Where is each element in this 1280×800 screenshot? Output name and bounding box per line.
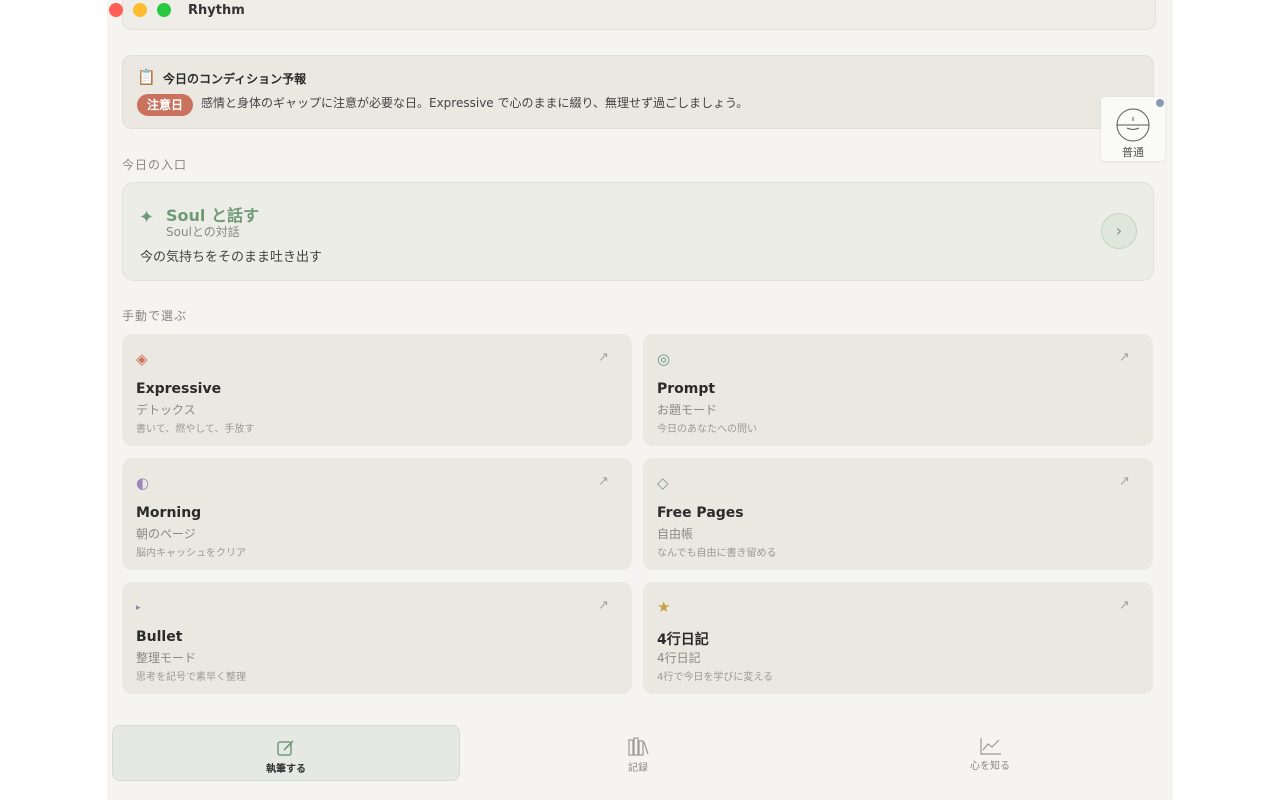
mode-card-name: Expressive <box>136 381 222 397</box>
tab-label: 執筆する <box>266 764 306 775</box>
mood-label: 普通 <box>1122 146 1144 159</box>
zoom-window-button[interactable] <box>157 3 171 17</box>
forecast-title: 今日のコンディション予報 <box>163 72 307 86</box>
mode-card-prompt[interactable]: ◎ ↗ Prompt お題モード 今日のあなたへの問い <box>643 334 1153 446</box>
arrow-up-right-icon: ↗ <box>598 598 609 613</box>
mode-card-subtitle: 4行日記 <box>657 651 701 665</box>
forecast-description: 感情と身体のギャップに注意が必要な日。Expressive で心のままに綴り、無… <box>201 96 749 110</box>
bottom-tab-bar: 執筆する 記録 心を知る <box>107 722 1173 782</box>
close-window-button[interactable] <box>109 3 123 17</box>
target-icon: ◎ <box>657 350 671 368</box>
tab-label: 心を知る <box>970 761 1010 772</box>
arrow-up-right-icon: ↗ <box>598 350 609 365</box>
arrow-up-right-icon: ↗ <box>1119 598 1130 613</box>
clipboard-icon: 📋 <box>137 68 156 86</box>
mode-card-name: 4行日記 <box>657 632 709 648</box>
mode-card-subtitle: デトックス <box>136 403 196 417</box>
soul-card-subtitle: Soulとの対話 <box>166 225 240 239</box>
soul-chat-card[interactable]: ✦ Soul と話す Soulとの対話 今の気持ちをそのまま吐き出す › <box>122 182 1154 281</box>
tab-write[interactable]: 執筆する <box>112 725 460 781</box>
mode-card-bullet[interactable]: ▸ ↗ Bullet 整理モード 思考を記号で素早く整理 <box>122 582 632 694</box>
manual-section-label: 手動で選ぶ <box>122 309 188 323</box>
arrow-up-right-icon: ↗ <box>598 474 609 489</box>
sparkle-icon: ✦ <box>139 207 155 228</box>
chart-icon <box>980 738 1001 755</box>
entry-section-label: 今日の入口 <box>122 158 188 172</box>
half-moon-icon: ◐ <box>136 474 150 492</box>
compose-icon <box>277 740 294 756</box>
mood-dial-icon <box>1116 108 1150 142</box>
mode-card-name: Bullet <box>136 629 183 645</box>
status-badge: 注意日 <box>137 94 194 116</box>
mode-card-four-line-diary[interactable]: ★ ↗ 4行日記 4行日記 4行で今日を学びに変える <box>643 582 1153 694</box>
minimize-window-button[interactable] <box>133 3 147 17</box>
mode-card-description: 書いて、燃やして、手放す <box>136 424 255 435</box>
tab-insights[interactable]: 心を知る <box>817 725 1163 779</box>
mode-card-description: 今日のあなたへの問い <box>657 424 757 435</box>
mode-card-name: Prompt <box>657 381 716 397</box>
mode-card-description: 脳内キャッシュをクリア <box>136 548 246 559</box>
mode-card-name: Free Pages <box>657 505 744 521</box>
star-icon: ★ <box>657 598 671 616</box>
mode-card-subtitle: 自由帳 <box>657 527 694 541</box>
app-window: Rhythm 📋 今日のコンディション予報 注意日 感情と身体のギャップに注意が… <box>107 0 1173 800</box>
outline-diamond-icon: ◇ <box>657 474 669 492</box>
mood-widget[interactable]: 普通 <box>1101 97 1165 161</box>
condition-forecast-card: 📋 今日のコンディション予報 注意日 感情と身体のギャップに注意が必要な日。Ex… <box>122 55 1154 129</box>
mode-card-morning[interactable]: ◐ ↗ Morning 朝のページ 脳内キャッシュをクリア <box>122 458 632 570</box>
arrow-up-right-icon: ↗ <box>1119 474 1130 489</box>
mode-card-description: なんでも自由に書き留める <box>657 548 777 559</box>
mode-card-subtitle: 整理モード <box>136 651 197 665</box>
soul-card-description: 今の気持ちをそのまま吐き出す <box>140 250 323 265</box>
mode-card-name: Morning <box>136 505 202 521</box>
mode-card-description: 4行で今日を学びに変える <box>657 672 774 683</box>
library-icon <box>628 737 649 756</box>
mode-card-subtitle: お題モード <box>657 403 718 417</box>
mode-card-expressive[interactable]: ◈ ↗ Expressive デトックス 書いて、燃やして、手放す <box>122 334 632 446</box>
titlebar: Rhythm <box>107 0 1173 22</box>
app-title: Rhythm <box>188 3 245 18</box>
bullet-icon: ▸ <box>136 603 141 613</box>
diamond-icon: ◈ <box>136 350 148 368</box>
tab-records[interactable]: 記録 <box>465 725 811 779</box>
mode-card-subtitle: 朝のページ <box>136 527 196 541</box>
chevron-right-icon[interactable]: › <box>1101 213 1137 249</box>
arrow-up-right-icon: ↗ <box>1119 350 1130 365</box>
tab-label: 記録 <box>628 763 648 774</box>
mode-card-description: 思考を記号で素早く整理 <box>136 672 246 683</box>
indicator-dot <box>1156 99 1164 107</box>
mode-card-free-pages[interactable]: ◇ ↗ Free Pages 自由帳 なんでも自由に書き留める <box>643 458 1153 570</box>
